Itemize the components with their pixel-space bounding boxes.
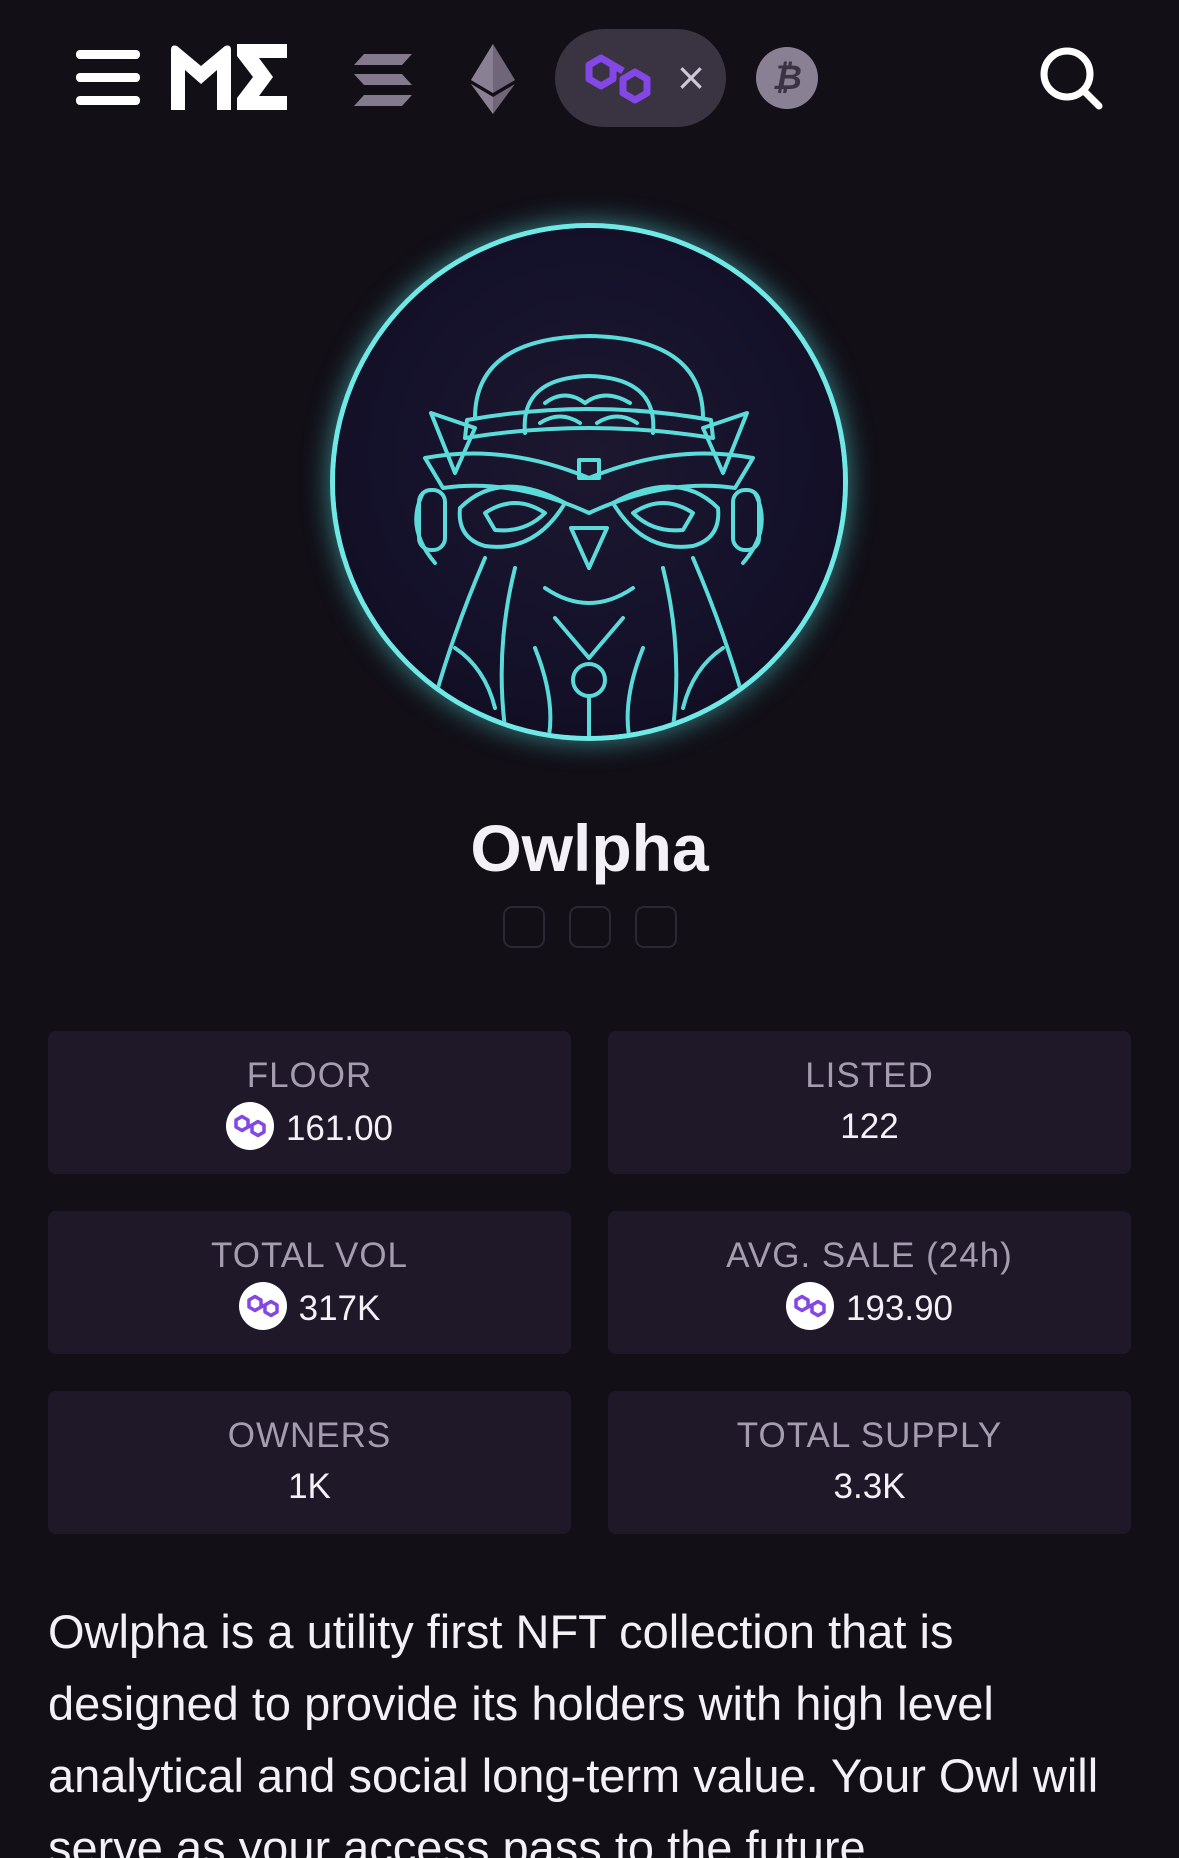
- stat-card-avg-sale: AVG. SALE (24h) 193.90: [608, 1211, 1131, 1354]
- polygon-chain-filter[interactable]: ×: [555, 29, 726, 127]
- stat-label: TOTAL SUPPLY: [736, 1416, 1003, 1455]
- total-supply-value: 3.3K: [833, 1467, 906, 1506]
- collection-avatar: [335, 228, 843, 736]
- bitcoin-icon[interactable]: ₿: [756, 47, 818, 109]
- listed-value: 122: [840, 1107, 899, 1146]
- stat-card-total-vol: TOTAL VOL 317K: [48, 1211, 571, 1354]
- stat-label: TOTAL VOL: [210, 1236, 409, 1275]
- bitcoin-glyph: ₿: [772, 58, 802, 98]
- stat-card-floor: FLOOR 161.00: [48, 1031, 571, 1174]
- clear-chain-icon[interactable]: ×: [673, 58, 709, 96]
- stat-label: AVG. SALE (24h): [726, 1236, 1013, 1275]
- ethereum-icon[interactable]: [470, 44, 516, 114]
- polygon-icon: [585, 54, 651, 104]
- search-icon[interactable]: [1038, 45, 1104, 111]
- stat-label: FLOOR: [246, 1056, 373, 1095]
- collection-page: × ₿ Owlpha FLOOR 161.00 LISTED 122 TOTAL…: [0, 0, 1179, 1858]
- stat-label: OWNERS: [227, 1416, 392, 1455]
- stat-card-listed: LISTED 122: [608, 1031, 1131, 1174]
- polygon-coin-icon: [238, 1281, 287, 1330]
- social-link-icon[interactable]: [569, 906, 611, 948]
- hamburger-menu-icon[interactable]: [76, 50, 142, 106]
- collection-title: Owlpha: [470, 811, 709, 885]
- stat-card-total-supply: TOTAL SUPPLY 3.3K: [608, 1391, 1131, 1534]
- solana-icon[interactable]: [352, 52, 414, 108]
- polygon-coin-icon: [225, 1101, 274, 1150]
- magic-eden-logo-icon[interactable]: [167, 40, 290, 114]
- owners-value: 1K: [288, 1467, 331, 1506]
- social-link-icon[interactable]: [503, 906, 545, 948]
- floor-value: 161.00: [285, 1108, 394, 1148]
- stat-value: 161.00: [48, 1101, 571, 1153]
- stat-value: 317K: [48, 1281, 571, 1333]
- top-nav: × ₿: [0, 0, 1179, 160]
- avg-sale-value: 193.90: [845, 1288, 954, 1328]
- total-vol-value: 317K: [298, 1288, 381, 1328]
- stat-label: LISTED: [805, 1056, 934, 1095]
- stat-card-owners: OWNERS 1K: [48, 1391, 571, 1534]
- social-links: [503, 906, 679, 948]
- stat-value: 193.90: [608, 1281, 1131, 1333]
- owl-avatar-image: [414, 334, 764, 736]
- social-link-icon[interactable]: [635, 906, 677, 948]
- polygon-coin-icon: [785, 1281, 834, 1330]
- collection-description: Owlpha is a utility first NFT collection…: [48, 1605, 1099, 1858]
